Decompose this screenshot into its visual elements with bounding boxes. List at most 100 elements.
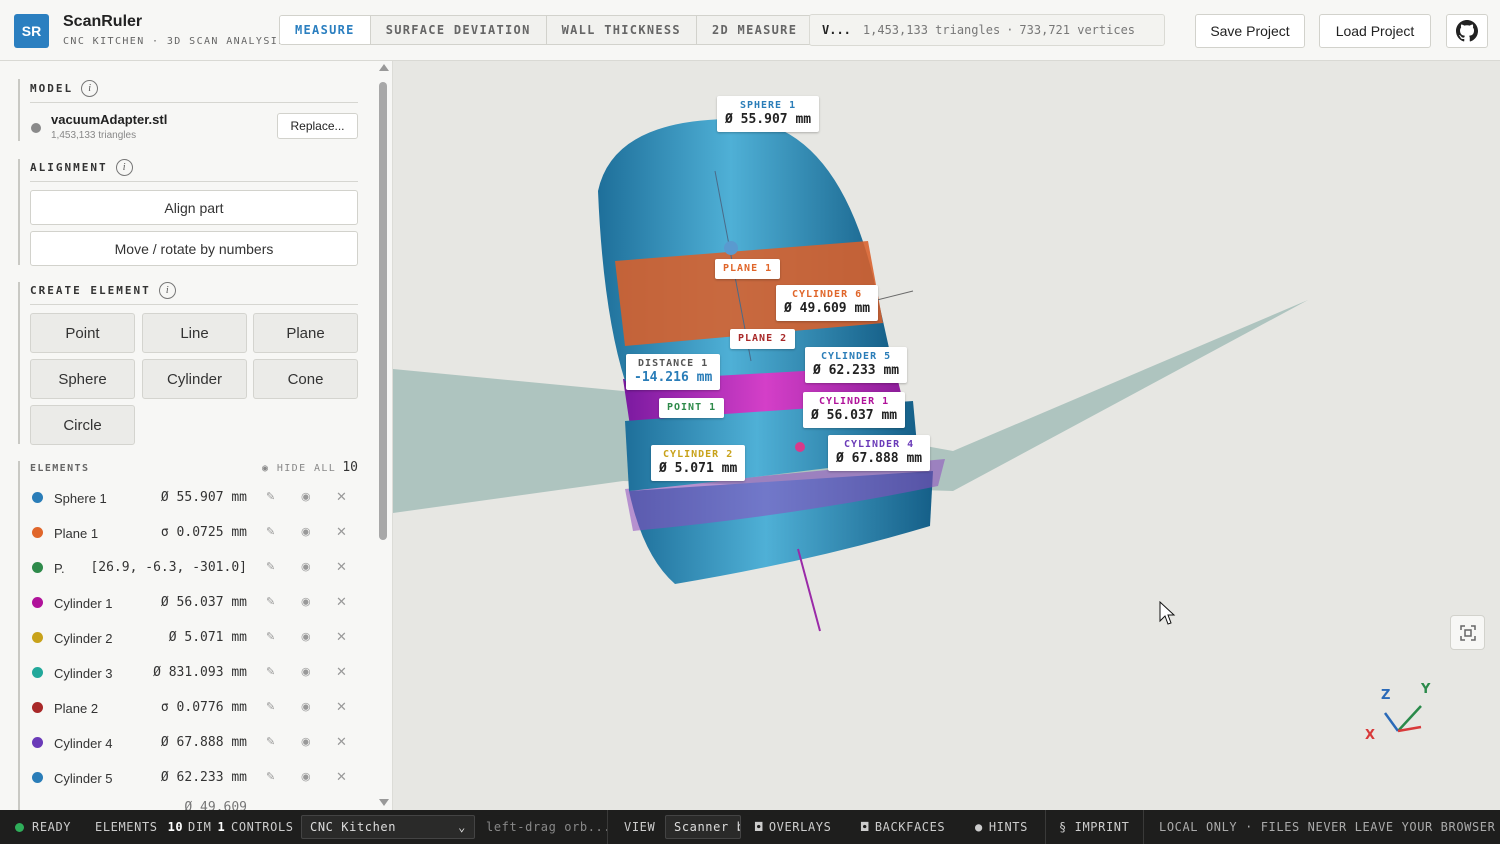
visibility-eye-icon[interactable]: ◉ <box>301 665 311 678</box>
create-point-button[interactable]: Point <box>30 313 135 353</box>
create-cone-button[interactable]: Cone <box>253 359 358 399</box>
tab-surface-deviation[interactable]: SURFACE DEVIATION <box>371 16 547 44</box>
tab-2d-measure[interactable]: 2D MEASURE <box>697 16 812 44</box>
move-rotate-button[interactable]: Move / rotate by numbers <box>30 231 358 266</box>
stats-separator: · <box>1006 23 1014 37</box>
measurement-label[interactable]: CYLINDER 4Ø 67.888 mm <box>828 435 931 471</box>
align-part-button[interactable]: Align part <box>30 190 358 225</box>
create-circle-button[interactable]: Circle <box>30 405 135 445</box>
element-row[interactable]: Plane 2 σ 0.0776 mm ✎ ◉ ✕ <box>30 692 358 727</box>
delete-x-icon[interactable]: ✕ <box>336 734 347 750</box>
visibility-eye-icon[interactable]: ◉ <box>301 595 311 608</box>
edit-pencil-icon[interactable]: ✎ <box>266 700 275 713</box>
edit-pencil-icon[interactable]: ✎ <box>266 560 275 573</box>
edit-pencil-icon[interactable]: ✎ <box>266 735 275 748</box>
visibility-eye-icon[interactable]: ◉ <box>301 735 311 748</box>
visibility-eye-icon[interactable]: ◉ <box>301 630 311 643</box>
overlays-toggle[interactable]: ◘ OVERLAYS <box>755 810 831 844</box>
element-color-dot <box>32 527 43 538</box>
3d-viewport[interactable]: SPHERE 1Ø 55.907 mm PLANE 1 CYLINDER 6Ø 49… <box>393 61 1500 810</box>
measurement-label-value: Ø 67.888 mm <box>836 451 923 466</box>
fit-view-icon <box>1459 624 1476 641</box>
create-cylinder-button[interactable]: Cylinder <box>142 359 247 399</box>
sidebar: MODEL i vacuumAdapter.stl 1,453,133 tria… <box>0 61 393 810</box>
status-divider-2 <box>1045 810 1046 844</box>
element-row[interactable]: Cylinder 4 Ø 67.888 mm ✎ ◉ ✕ <box>30 727 358 762</box>
view-dropdown[interactable]: V... <box>822 23 851 37</box>
fit-view-button[interactable] <box>1450 615 1485 650</box>
hints-toggle[interactable]: ● HINTS <box>975 810 1028 844</box>
element-value: Ø 49.609 <box>184 800 247 810</box>
save-project-button[interactable]: Save Project <box>1195 14 1305 48</box>
view-select-value: Scanner b <box>674 820 741 834</box>
element-row-partial[interactable]: Ø 49.609 <box>30 797 358 810</box>
measurement-label[interactable]: DISTANCE 1 -14.216 mm <box>626 354 721 390</box>
measurement-label[interactable]: SPHERE 1Ø 55.907 mm <box>717 96 820 132</box>
scroll-down-arrow-icon[interactable] <box>379 799 389 806</box>
measurement-label-title: PLANE 1 <box>723 263 773 274</box>
create-sphere-button[interactable]: Sphere <box>30 359 135 399</box>
edit-pencil-icon[interactable]: ✎ <box>266 630 275 643</box>
alignment-info-icon[interactable]: i <box>115 159 133 176</box>
delete-x-icon[interactable]: ✕ <box>336 664 347 680</box>
axis-line-2 <box>872 290 914 302</box>
measurement-label[interactable]: PLANE 2 <box>730 329 796 349</box>
delete-x-icon[interactable]: ✕ <box>336 559 347 575</box>
imprint-link[interactable]: § IMPRINT <box>1059 810 1129 844</box>
visibility-eye-icon[interactable]: ◉ <box>301 770 311 783</box>
sidebar-scrollbar[interactable] <box>377 61 391 810</box>
element-row[interactable]: Cylinder 5 Ø 62.233 mm ✎ ◉ ✕ <box>30 762 358 797</box>
measurement-label[interactable]: CYLINDER 6Ø 49.609 mm <box>776 285 879 321</box>
model-triangle-count: 1,453,133 triangles <box>51 130 137 141</box>
scroll-up-arrow-icon[interactable] <box>379 64 389 71</box>
status-dim-label: DIM <box>188 820 212 834</box>
element-row[interactable]: Plane 1 σ 0.0725 mm ✎ ◉ ✕ <box>30 517 358 552</box>
create-line-button[interactable]: Line <box>142 313 247 353</box>
visibility-eye-icon[interactable]: ◉ <box>301 700 311 713</box>
tab-measure[interactable]: MEASURE <box>280 16 371 44</box>
visibility-eye-icon[interactable]: ◉ <box>301 490 311 503</box>
backfaces-toggle[interactable]: ◘ BACKFACES <box>861 810 945 844</box>
visibility-eye-icon[interactable]: ◉ <box>301 525 311 538</box>
delete-x-icon[interactable]: ✕ <box>336 489 347 505</box>
measurement-label[interactable]: CYLINDER 2Ø 5.071 mm <box>651 445 746 481</box>
edit-pencil-icon[interactable]: ✎ <box>266 595 275 608</box>
measurement-label[interactable]: POINT 1 <box>659 398 725 418</box>
edit-pencil-icon[interactable]: ✎ <box>266 490 275 503</box>
measurement-label-value: Ø 49.609 mm <box>784 301 871 316</box>
view-select[interactable]: Scanner b <box>665 815 741 839</box>
visibility-eye-icon[interactable]: ◉ <box>301 560 311 573</box>
create-plane-button[interactable]: Plane <box>253 313 358 353</box>
model-title: MODEL <box>30 82 74 95</box>
delete-x-icon[interactable]: ✕ <box>336 699 347 715</box>
controls-select[interactable]: CNC Kitchen ⌄ <box>301 815 475 839</box>
edit-pencil-icon[interactable]: ✎ <box>266 525 275 538</box>
measurement-label[interactable]: CYLINDER 1Ø 56.037 mm <box>803 392 906 428</box>
model-info-icon[interactable]: i <box>81 80 99 97</box>
element-row[interactable]: Cylinder 1 Ø 56.037 mm ✎ ◉ ✕ <box>30 587 358 622</box>
element-row[interactable]: Sphere 1 Ø 55.907 mm ✎ ◉ ✕ <box>30 482 358 517</box>
measurement-label[interactable]: PLANE 1 <box>715 259 781 279</box>
scrollbar-thumb[interactable] <box>379 82 387 540</box>
github-button[interactable] <box>1446 14 1488 48</box>
measurement-label-title: CYLINDER 6 <box>791 289 863 300</box>
replace-model-button[interactable]: Replace... <box>277 113 358 139</box>
load-project-button[interactable]: Load Project <box>1319 14 1431 48</box>
privacy-note: LOCAL ONLY · FILES NEVER LEAVE YOUR BROW… <box>1159 820 1496 834</box>
scan-model-render[interactable] <box>393 61 1500 810</box>
measurement-label-title: SPHERE 1 <box>739 100 797 111</box>
elements-status: ELEMENTS 10 <box>95 810 183 844</box>
delete-x-icon[interactable]: ✕ <box>336 629 347 645</box>
measurement-label[interactable]: CYLINDER 5Ø 62.233 mm <box>805 347 908 383</box>
create-info-icon[interactable]: i <box>158 282 176 299</box>
element-row[interactable]: Cylinder 2 Ø 5.071 mm ✎ ◉ ✕ <box>30 622 358 657</box>
edit-pencil-icon[interactable]: ✎ <box>266 665 275 678</box>
delete-x-icon[interactable]: ✕ <box>336 524 347 540</box>
element-row[interactable]: Cylinder 3 Ø 831.093 mm ✎ ◉ ✕ <box>30 657 358 692</box>
delete-x-icon[interactable]: ✕ <box>336 769 347 785</box>
edit-pencil-icon[interactable]: ✎ <box>266 770 275 783</box>
element-row[interactable]: P. [26.9, -6.3, -301.0] ✎ ◉ ✕ <box>30 552 358 587</box>
hide-all-button[interactable]: ◉ HIDE ALL <box>262 463 336 474</box>
tab-wall-thickness[interactable]: WALL THICKNESS <box>547 16 697 44</box>
delete-x-icon[interactable]: ✕ <box>336 594 347 610</box>
